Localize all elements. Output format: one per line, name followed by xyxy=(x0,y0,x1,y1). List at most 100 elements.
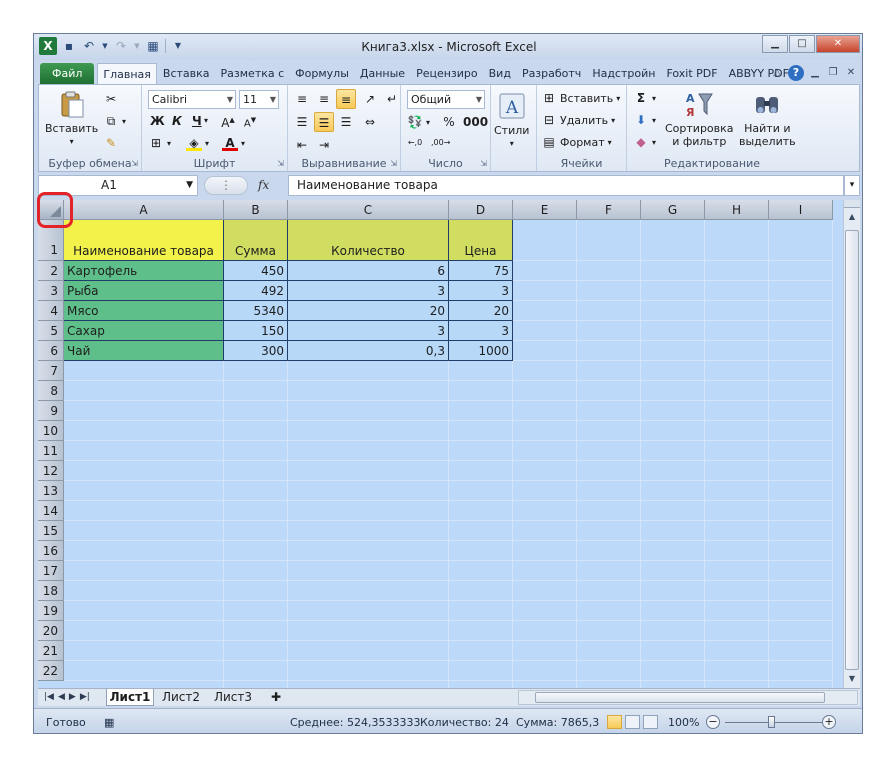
next-sheet-icon[interactable]: ▶ xyxy=(69,689,76,706)
column-header-h[interactable]: H xyxy=(705,200,769,220)
cell-d3[interactable]: 3 xyxy=(449,281,513,301)
delete-cells-button[interactable]: ⊟ Удалить ▾ xyxy=(541,112,615,128)
paste-dropdown-icon[interactable]: ▾ xyxy=(70,135,74,148)
underline-dropdown-icon[interactable]: ▾ xyxy=(204,116,208,125)
row-header-15[interactable]: 15 xyxy=(38,521,64,541)
insert-function-button[interactable]: fx xyxy=(258,178,269,192)
format-painter-button[interactable]: ✎ xyxy=(103,135,119,151)
increase-indent-button[interactable]: ⇥ xyxy=(314,135,334,155)
wrap-text-button[interactable]: ↵ xyxy=(382,89,402,109)
header-cell-a[interactable]: Наименование товара xyxy=(64,220,224,261)
cell-b5[interactable]: 150 xyxy=(224,321,288,341)
split-handle[interactable] xyxy=(844,200,860,208)
row-header-2[interactable]: 2 xyxy=(38,261,64,281)
alignment-launcher-icon[interactable]: ⇲ xyxy=(390,159,397,168)
scroll-up-icon[interactable]: ▲ xyxy=(844,210,860,224)
cell-b6[interactable]: 300 xyxy=(224,341,288,361)
insert-sheet-icon[interactable]: ✚ xyxy=(264,689,288,706)
row-header-22[interactable]: 22 xyxy=(38,661,64,681)
sheet-tab-3[interactable]: Лист3 xyxy=(210,689,256,706)
cell-a4[interactable]: Мясо xyxy=(64,301,224,321)
find-select-button[interactable]: Найти и выделить xyxy=(739,89,796,148)
cell-c4[interactable]: 20 xyxy=(288,301,449,321)
column-header-d[interactable]: D xyxy=(449,200,513,220)
worksheet-grid[interactable]: ABCDEFGHI 1 2 3 4 5 6 7 8 9 10 11 12 13 14 15 16 17 18 19 2… xyxy=(38,200,860,688)
cell-c3[interactable]: 3 xyxy=(288,281,449,301)
maximize-button[interactable]: □ xyxy=(789,35,815,53)
align-left-button[interactable]: ☰ xyxy=(292,112,312,132)
align-center-button[interactable]: ☰ xyxy=(314,112,334,132)
cell-c2[interactable]: 6 xyxy=(288,261,449,281)
minimize-ribbon-icon[interactable]: △ xyxy=(770,66,784,80)
row-header-9[interactable]: 9 xyxy=(38,401,64,421)
align-right-button[interactable]: ☰ xyxy=(336,112,356,132)
row-header-21[interactable]: 21 xyxy=(38,641,64,661)
sheet-tab-2[interactable]: Лист2 xyxy=(158,689,204,706)
prev-sheet-icon[interactable]: ◀ xyxy=(58,689,65,706)
zoom-in-button[interactable]: + xyxy=(822,715,836,729)
tab-developer[interactable]: Разработч xyxy=(516,63,586,84)
scroll-down-icon[interactable]: ▼ xyxy=(844,672,860,686)
row-header-13[interactable]: 13 xyxy=(38,481,64,501)
sort-filter-button[interactable]: А Я Сортировка и фильтр xyxy=(665,89,734,148)
workbook-restore-icon[interactable]: ❐ xyxy=(826,66,840,80)
row-header-6[interactable]: 6 xyxy=(38,341,64,361)
row-header-16[interactable]: 16 xyxy=(38,541,64,561)
increase-font-button[interactable]: A▲ xyxy=(220,112,236,130)
page-layout-view-button[interactable] xyxy=(625,715,640,729)
row-header-10[interactable]: 10 xyxy=(38,421,64,441)
zoom-level[interactable]: 100% xyxy=(668,716,699,729)
help-icon[interactable]: ? xyxy=(788,65,804,81)
copy-button[interactable]: ⧉ ▾ xyxy=(103,113,126,129)
font-name-combo[interactable]: Calibri ▼ xyxy=(148,90,236,109)
currency-format-button[interactable]: 💱 ▾ xyxy=(407,114,431,130)
first-sheet-icon[interactable]: |◀ xyxy=(44,689,54,706)
cell-a2[interactable]: Картофель xyxy=(64,261,224,281)
clear-button[interactable]: ◆ ▾ xyxy=(633,134,656,150)
borders-button[interactable]: ⊞ ▾ xyxy=(148,135,171,151)
macro-record-icon[interactable]: ▦ xyxy=(104,716,114,729)
tab-formulas[interactable]: Формулы xyxy=(289,63,354,84)
row-header-7[interactable]: 7 xyxy=(38,361,64,381)
horizontal-scrollbar[interactable] xyxy=(518,690,858,705)
insert-cells-button[interactable]: ⊞ Вставить ▾ xyxy=(541,90,620,106)
align-top-button[interactable]: ≡ xyxy=(292,89,312,109)
column-header-e[interactable]: E xyxy=(513,200,577,220)
vertical-scroll-thumb[interactable] xyxy=(845,230,859,670)
comma-style-button[interactable]: 000 xyxy=(463,114,488,130)
align-bottom-button[interactable]: ≡ xyxy=(336,89,356,109)
autosum-button[interactable]: Σ ▾ xyxy=(633,90,656,106)
decrease-font-button[interactable]: A▼ xyxy=(242,112,258,129)
increase-decimal-button[interactable]: ←,0 xyxy=(407,135,423,151)
row-header-11[interactable]: 11 xyxy=(38,441,64,461)
underline-button[interactable]: Ч xyxy=(192,114,202,128)
bold-button[interactable]: Ж xyxy=(150,114,165,128)
orientation-button[interactable]: ↗ xyxy=(360,89,380,109)
cell-d2[interactable]: 75 xyxy=(449,261,513,281)
row-header-4[interactable]: 4 xyxy=(38,301,64,321)
last-sheet-icon[interactable]: ▶| xyxy=(80,689,90,706)
cell-a3[interactable]: Рыба xyxy=(64,281,224,301)
cell-b4[interactable]: 5340 xyxy=(224,301,288,321)
vertical-scrollbar[interactable]: ▲ ▼ xyxy=(843,200,860,688)
styles-button[interactable]: A Стили ▾ xyxy=(494,91,529,150)
normal-view-button[interactable] xyxy=(607,715,622,729)
row-header-17[interactable]: 17 xyxy=(38,561,64,581)
font-color-button[interactable]: A ▾ xyxy=(222,135,245,151)
column-header-g[interactable]: G xyxy=(641,200,705,220)
formula-bar-resize-handle[interactable]: ⋮ xyxy=(204,176,248,195)
tab-foxit-pdf[interactable]: Foxit PDF xyxy=(660,63,722,84)
format-cells-button[interactable]: ▤ Формат ▾ xyxy=(541,134,611,150)
merge-center-button[interactable]: ⇔ xyxy=(360,112,380,132)
tab-view[interactable]: Вид xyxy=(483,63,516,84)
align-middle-button[interactable]: ≡ xyxy=(314,89,334,109)
italic-button[interactable]: К xyxy=(172,114,182,128)
cell-c6[interactable]: 0,3 xyxy=(288,341,449,361)
header-cell-b[interactable]: Сумма xyxy=(224,220,288,261)
decrease-indent-button[interactable]: ⇤ xyxy=(292,135,312,155)
workbook-close-icon[interactable]: ✕ xyxy=(844,66,858,80)
cell-d4[interactable]: 20 xyxy=(449,301,513,321)
horizontal-scroll-thumb[interactable] xyxy=(535,692,825,703)
row-header-20[interactable]: 20 xyxy=(38,621,64,641)
percent-button[interactable]: % xyxy=(441,114,457,130)
